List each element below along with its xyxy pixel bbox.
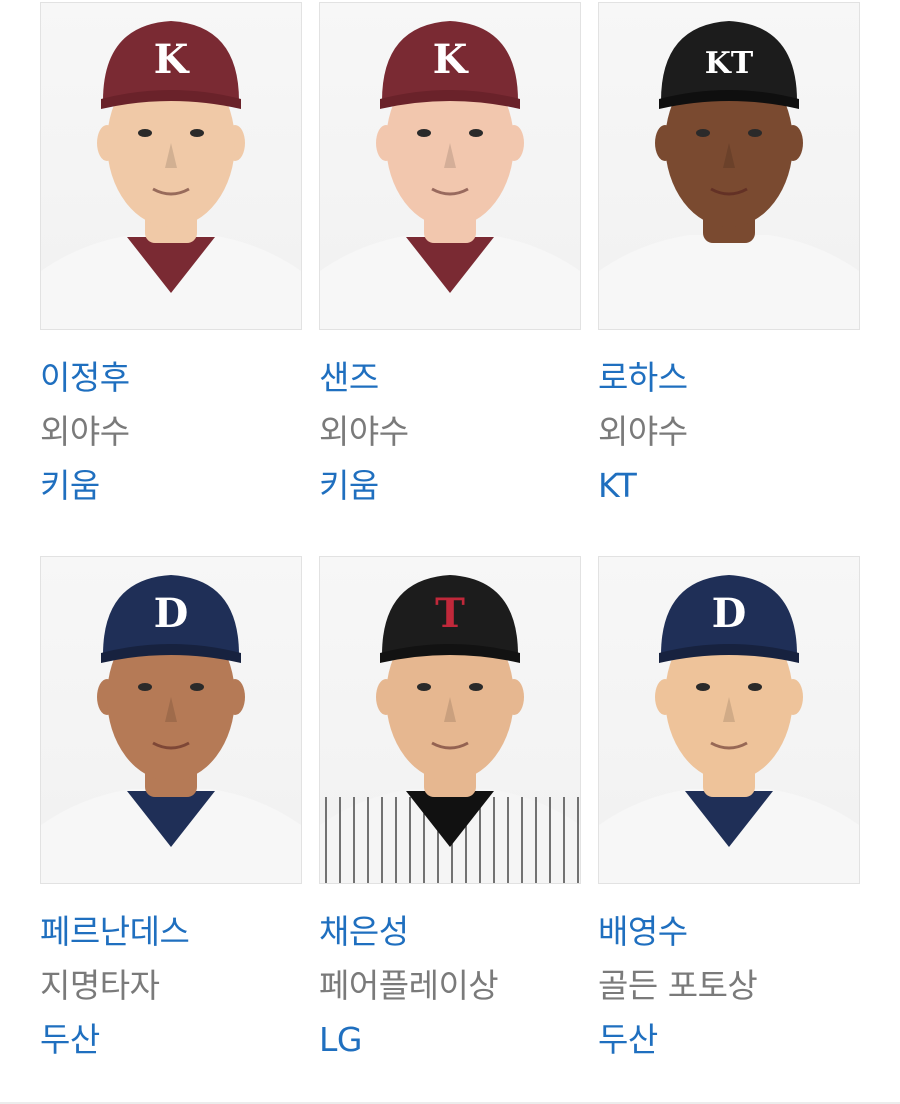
cap-logo-letter: T [435, 590, 465, 637]
player-portrait-icon: T [320, 575, 580, 883]
eye-shape [696, 129, 710, 137]
player-card[interactable]: D 페르난데스 지명타자 두산 [40, 556, 302, 1062]
player-team[interactable]: 키움 [319, 464, 581, 508]
eye-shape [748, 129, 762, 137]
player-award: 페어플레이상 [319, 966, 499, 1005]
player-award: 골든 포토상 [598, 966, 758, 1005]
player-card[interactable]: K 이정후 외야수 키움 [40, 2, 302, 508]
eye-shape [138, 129, 152, 137]
player-team[interactable]: KT [598, 464, 860, 508]
player-name[interactable]: 이정후 [40, 356, 302, 400]
player-portrait-icon: KT [599, 21, 859, 329]
player-name[interactable]: 로하스 [598, 356, 860, 400]
player-card[interactable]: KT 로하스 외야수 KT [598, 2, 860, 508]
player-portrait-icon: K [320, 21, 580, 329]
player-team[interactable]: 키움 [40, 464, 302, 508]
player-award: 지명타자 [40, 966, 160, 1005]
player-team[interactable]: LG [319, 1018, 581, 1062]
eye-shape [469, 129, 483, 137]
player-portrait-icon: D [599, 575, 859, 883]
player-photo[interactable]: T [319, 556, 581, 884]
eye-shape [417, 683, 431, 691]
eye-shape [190, 683, 204, 691]
cap-logo-letter: D [154, 590, 189, 637]
player-photo[interactable]: D [598, 556, 860, 884]
cap-logo-letter: KT [705, 46, 754, 81]
player-card[interactable]: D 배영수 골든 포토상 두산 [598, 556, 860, 1062]
cap-logo-letter: K [154, 36, 190, 83]
player-award: 외야수 [40, 412, 130, 451]
player-photo[interactable]: KT [598, 2, 860, 330]
player-photo[interactable]: K [40, 2, 302, 330]
player-award: 외야수 [598, 412, 688, 451]
player-card[interactable]: T 채은성 페어플레이상 LG [319, 556, 581, 1062]
player-portrait-icon: D [41, 575, 301, 883]
player-photo[interactable]: D [40, 556, 302, 884]
player-card[interactable]: K 샌즈 외야수 키움 [319, 2, 581, 508]
player-photo[interactable]: K [319, 2, 581, 330]
player-name[interactable]: 배영수 [598, 910, 860, 954]
player-portrait-icon: K [41, 21, 301, 329]
cap-logo-letter: K [433, 36, 469, 83]
player-name[interactable]: 샌즈 [319, 356, 581, 400]
player-award-grid: K 이정후 외야수 키움 K 샌즈 외야수 키움 KT 로하스 외야수 KT D… [0, 0, 900, 1104]
player-name[interactable]: 페르난데스 [40, 910, 302, 954]
player-award: 외야수 [319, 412, 409, 451]
eye-shape [469, 683, 483, 691]
cap-logo-letter: D [712, 590, 747, 637]
player-team[interactable]: 두산 [40, 1018, 302, 1062]
player-name[interactable]: 채은성 [319, 910, 581, 954]
eye-shape [748, 683, 762, 691]
eye-shape [696, 683, 710, 691]
eye-shape [190, 129, 204, 137]
eye-shape [138, 683, 152, 691]
eye-shape [417, 129, 431, 137]
player-team[interactable]: 두산 [598, 1018, 860, 1062]
